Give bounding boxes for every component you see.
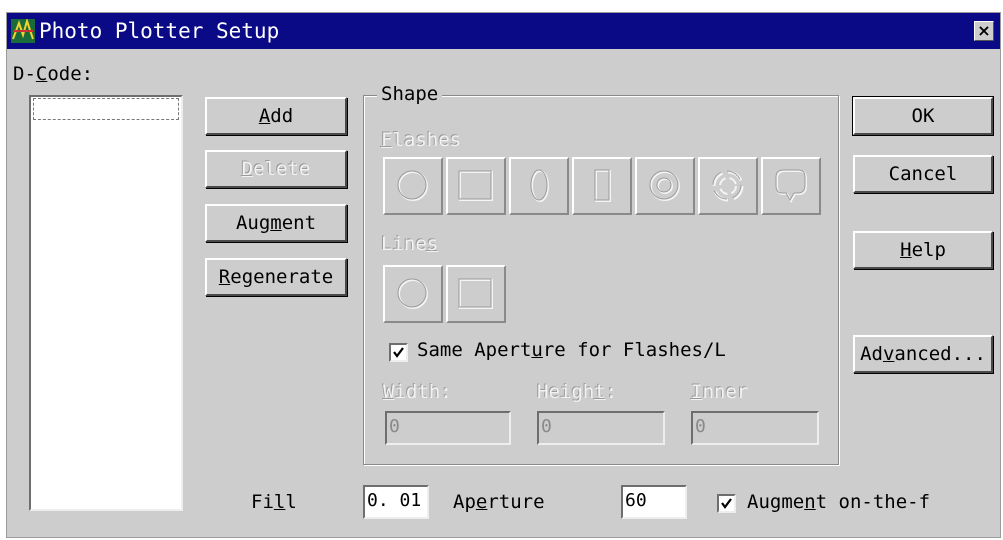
flash-oval-button[interactable] xyxy=(509,157,569,215)
custom-shape-icon xyxy=(775,169,807,204)
flashes-label: Flashes xyxy=(381,129,462,151)
augment-button[interactable]: Augment xyxy=(205,204,347,242)
donut-icon xyxy=(649,170,680,201)
flash-rectangle-button[interactable] xyxy=(446,157,506,215)
photo-plotter-setup-dialog: Photo Plotter Setup × D-Code: Add Delete… xyxy=(6,12,1001,538)
advanced-button[interactable]: Advanced... xyxy=(853,335,993,373)
flash-thermal-button[interactable] xyxy=(698,157,758,215)
close-button[interactable]: × xyxy=(974,21,994,41)
dcode-list[interactable] xyxy=(29,95,183,511)
help-button[interactable]: Help xyxy=(853,231,993,269)
augment-on-the-fly-label[interactable]: Augment on-the-f xyxy=(747,491,930,513)
flash-custom-button[interactable] xyxy=(761,157,821,215)
height-label: Height: xyxy=(537,381,618,403)
add-button[interactable]: Add xyxy=(205,97,347,135)
checkmark-icon xyxy=(721,498,732,509)
same-aperture-checkbox[interactable] xyxy=(389,343,408,362)
circle-icon xyxy=(397,170,428,201)
lines-label: Lines xyxy=(381,233,439,255)
width-field[interactable]: 0 xyxy=(385,411,511,445)
square-line-icon xyxy=(458,278,493,309)
oblong-icon xyxy=(594,169,611,202)
shape-group-title: Shape xyxy=(377,83,443,105)
rectangle-icon xyxy=(458,170,493,201)
cancel-button[interactable]: Cancel xyxy=(853,155,993,193)
same-aperture-label[interactable]: Same Aperture for Flashes/L xyxy=(417,339,726,361)
window-title: Photo Plotter Setup xyxy=(39,19,280,43)
width-label: Width: xyxy=(383,381,452,403)
title-bar[interactable]: Photo Plotter Setup × xyxy=(7,13,1000,49)
aperture-label: Aperture xyxy=(453,491,545,513)
oval-icon xyxy=(530,169,549,202)
height-field[interactable]: 0 xyxy=(537,411,665,445)
inner-field[interactable]: 0 xyxy=(691,411,819,445)
round-line-icon xyxy=(397,278,428,309)
thermal-icon xyxy=(712,170,744,202)
augment-on-the-fly-checkbox[interactable] xyxy=(717,494,736,513)
fill-input[interactable]: 0. 01 xyxy=(363,485,429,519)
list-focus-row[interactable] xyxy=(33,98,179,120)
delete-button[interactable]: Delete xyxy=(205,150,347,188)
fill-label: Fill xyxy=(251,491,297,513)
close-icon: × xyxy=(977,21,991,40)
line-round-button[interactable] xyxy=(383,265,443,323)
line-square-button[interactable] xyxy=(446,265,506,323)
app-icon xyxy=(11,19,35,43)
checkmark-icon xyxy=(393,347,404,358)
regenerate-button[interactable]: Regenerate xyxy=(205,258,347,296)
dcode-label: D-Code: xyxy=(13,63,94,85)
aperture-input[interactable]: 60 xyxy=(621,485,687,519)
ok-button[interactable]: OK xyxy=(852,96,994,136)
flash-circle-button[interactable] xyxy=(383,157,443,215)
flash-donut-button[interactable] xyxy=(635,157,695,215)
inner-label: Inner xyxy=(691,381,749,403)
flash-oblong-button[interactable] xyxy=(572,157,632,215)
